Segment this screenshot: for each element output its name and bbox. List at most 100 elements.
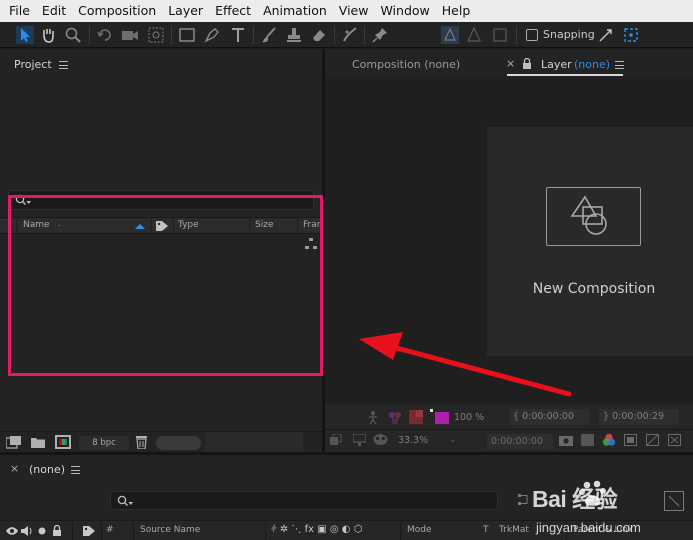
menu-item-animation[interactable]: Animation [257, 0, 333, 22]
watermark-brand: Bai 经验 [532, 486, 618, 512]
menu-item-help[interactable]: Help [436, 0, 477, 22]
show-snapshot-icon[interactable] [581, 434, 594, 446]
pen-tool-icon[interactable] [203, 26, 221, 44]
toolbar-separator [253, 26, 254, 44]
tab-layer-value[interactable]: (none) [574, 58, 610, 71]
viewer-tab-bar: Composition (none) × Layer (none) [325, 49, 693, 77]
snapshot-camera-icon[interactable] [559, 434, 573, 446]
composition-viewer-controls: 33.3% ⌄ 0:00:00:00 [325, 429, 693, 452]
menu-bar: File Edit Composition Layer Effect Animation V… [0, 0, 693, 22]
current-timecode[interactable]: 0:00:00:00 [487, 434, 553, 450]
menu-item-view[interactable]: View [333, 0, 375, 22]
new-composition-label: New Composition [532, 281, 656, 297]
new-composition-icon [546, 187, 641, 246]
camera-tool-icon[interactable] [121, 26, 139, 44]
lock-icon[interactable] [52, 525, 62, 536]
rotate-tool-icon[interactable] [96, 26, 114, 44]
lock-icon[interactable] [522, 58, 532, 69]
monitor-icon[interactable] [353, 434, 366, 446]
region-of-interest-icon[interactable] [624, 434, 637, 446]
color-picker-icon[interactable] [388, 409, 402, 425]
close-icon[interactable]: × [506, 57, 515, 70]
column-trkmat[interactable]: TrkMat [499, 525, 529, 535]
annotation-highlight-box [8, 195, 323, 376]
new-folder-icon[interactable] [31, 436, 46, 449]
menu-item-window[interactable]: Window [374, 0, 435, 22]
always-preview-icon[interactable] [330, 434, 342, 446]
label-color-swatch[interactable] [435, 412, 449, 424]
toolbar-separator [89, 26, 90, 44]
search-icon [117, 495, 133, 506]
new-composition-icon[interactable] [55, 435, 71, 449]
audio-icon[interactable] [21, 525, 33, 537]
zoom-tool-icon[interactable] [64, 26, 82, 44]
column-layer-number[interactable]: # [106, 525, 114, 535]
puppet-pin-icon[interactable] [371, 26, 389, 44]
tab-layer[interactable]: Layer [541, 58, 572, 71]
flowchart-icon[interactable] [518, 494, 532, 506]
video-visibility-icon[interactable] [6, 526, 18, 536]
roto-icon[interactable] [367, 410, 379, 424]
new-composition-button[interactable]: New Composition [487, 127, 693, 356]
toolbar-separator [516, 26, 517, 44]
in-point-timecode[interactable]: { 0:00:00:00 [509, 409, 589, 425]
column-mode[interactable]: Mode [407, 525, 432, 535]
column-t[interactable]: T [483, 525, 489, 535]
toolbar-separator [364, 26, 365, 44]
eraser-icon[interactable] [310, 26, 328, 44]
out-point-timecode[interactable]: } 0:00:00:29 [599, 409, 679, 425]
label-tag-icon[interactable] [82, 525, 96, 537]
magnification-select[interactable]: 33.3% [398, 435, 428, 446]
switches-icons[interactable]: ⫩ ✲ ⋱ fx ▣ ◎ ◐ ⬡ [271, 524, 362, 535]
world-axis-icon[interactable] [465, 26, 483, 44]
roto-brush-icon[interactable] [341, 26, 359, 44]
chevron-down-icon[interactable]: ⌄ [449, 434, 457, 445]
column-source-name[interactable]: Source Name [140, 525, 200, 535]
menu-item-edit[interactable]: Edit [36, 0, 72, 22]
type-tool-icon[interactable] [229, 26, 247, 44]
mask-icon[interactable] [373, 433, 388, 446]
selection-tool-icon[interactable] [16, 26, 34, 44]
close-icon[interactable]: × [10, 462, 19, 475]
interpret-footage-icon[interactable] [6, 436, 22, 449]
project-bit-depth[interactable]: 8 bpc [79, 436, 129, 450]
tab-timeline[interactable]: (none) [29, 463, 65, 476]
active-tab-indicator [507, 74, 623, 76]
hand-tool-icon[interactable] [39, 26, 57, 44]
view-axis-icon[interactable] [491, 26, 509, 44]
toggle-mask-icon[interactable] [668, 434, 681, 446]
menu-item-composition[interactable]: Composition [72, 0, 162, 22]
toolbar-separator [171, 26, 172, 44]
trash-icon[interactable] [135, 435, 148, 449]
brush-tool-icon[interactable] [260, 26, 278, 44]
project-scrollbar[interactable] [205, 432, 303, 452]
snapping-checkbox[interactable] [526, 29, 538, 41]
toolbar-separator [334, 26, 335, 44]
timeline-search-input[interactable] [110, 491, 498, 510]
snap-feature-icon[interactable] [622, 26, 640, 44]
panel-menu-icon[interactable] [615, 61, 624, 69]
alpha-channel-icon[interactable] [409, 410, 423, 424]
thumbnail-slider[interactable] [156, 436, 201, 450]
menu-item-effect[interactable]: Effect [209, 0, 257, 22]
project-footer: 8 bpc [0, 431, 322, 452]
transparency-grid-icon[interactable] [646, 434, 659, 446]
annotation-arrow [359, 332, 572, 397]
pan-behind-icon[interactable] [147, 26, 165, 44]
tab-composition[interactable]: Composition (none) [352, 58, 460, 71]
panel-menu-icon[interactable] [59, 61, 68, 69]
local-axis-icon[interactable] [441, 26, 459, 44]
tab-project[interactable]: Project [14, 58, 52, 71]
color-channels-icon[interactable] [602, 433, 616, 447]
clone-stamp-icon[interactable] [285, 26, 303, 44]
snapping-label: Snapping [543, 28, 595, 41]
menu-item-file[interactable]: File [3, 0, 36, 22]
rectangle-tool-icon[interactable] [178, 26, 196, 44]
watermark-url: jingyan.baidu.com [536, 520, 641, 535]
solo-icon[interactable] [38, 527, 46, 535]
menu-item-layer[interactable]: Layer [162, 0, 209, 22]
panel-menu-icon[interactable] [71, 466, 80, 474]
snap-edge-icon[interactable] [597, 26, 615, 44]
zoom-percent[interactable]: 100 % [454, 412, 484, 423]
toolbar: Snapping [0, 22, 693, 48]
